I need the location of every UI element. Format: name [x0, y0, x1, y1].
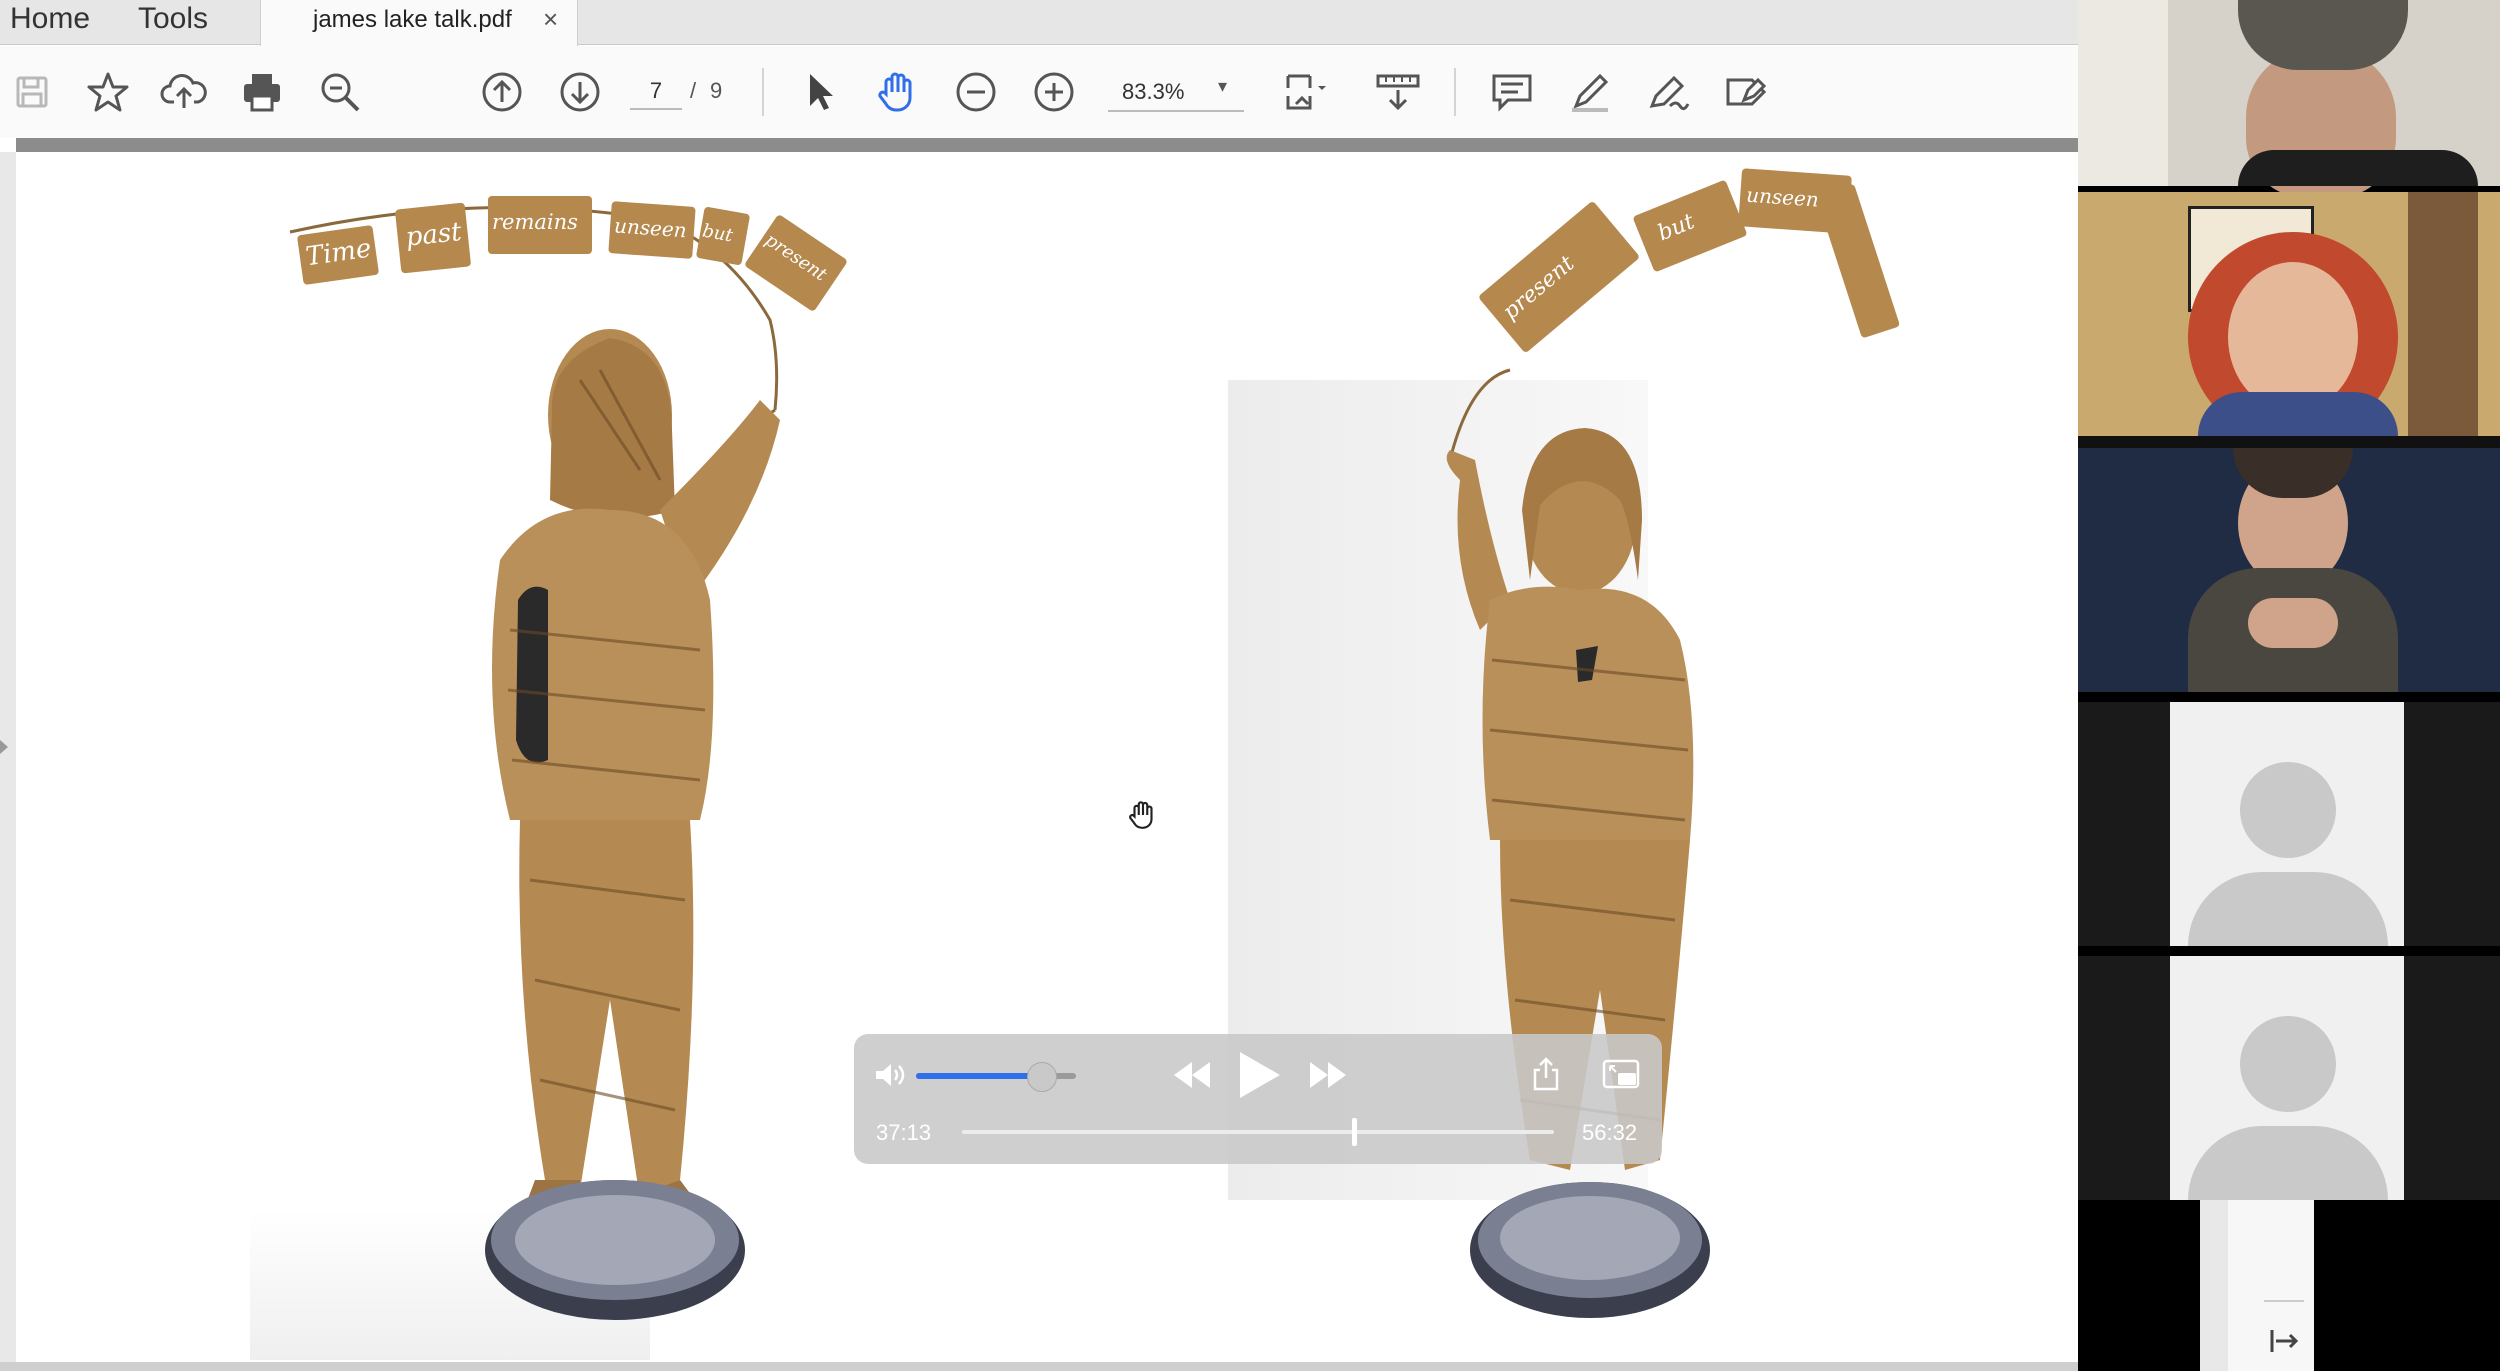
next-page-icon[interactable]	[556, 68, 604, 116]
banner-word: Time	[303, 233, 374, 273]
collapse-panel-icon[interactable]	[2266, 1326, 2302, 1356]
comment-icon[interactable]	[1488, 68, 1536, 116]
scroll-mode-icon[interactable]	[1374, 68, 1422, 116]
time-elapsed: 37:13	[876, 1120, 932, 1145]
banner-word: unseen	[1745, 182, 1820, 212]
tile-side	[2078, 956, 2170, 1200]
zoom-in-icon[interactable]	[1030, 68, 1078, 116]
zoom-value: 83.3%	[1122, 79, 1185, 104]
banner-word: unseen	[613, 213, 688, 243]
participant-shirt	[2238, 150, 2478, 186]
participant-video-tile[interactable]	[2078, 448, 2500, 692]
footer-divider	[2264, 1300, 2304, 1302]
banner-flag: Time	[296, 224, 380, 286]
bookmark-star-icon[interactable]	[84, 68, 132, 116]
tile-side	[2404, 702, 2500, 946]
zoom-search-icon[interactable]	[316, 68, 364, 116]
banner-flag: past	[394, 202, 472, 274]
toolbar-divider	[762, 68, 764, 116]
toolbar: 7 / 9 83.3% ▾	[0, 46, 2078, 139]
time-duration: 56:32	[1582, 1120, 1638, 1145]
sidebar-expand-icon[interactable]	[0, 740, 8, 754]
banner-flag: but	[695, 206, 751, 266]
highlight-pen-icon[interactable]	[1566, 68, 1614, 116]
menu-tools[interactable]: Tools	[138, 0, 208, 44]
avatar-body	[2188, 1126, 2388, 1200]
sign-pen-icon[interactable]	[1644, 68, 1692, 116]
play-icon[interactable]	[1234, 1048, 1284, 1102]
horizontal-scrollbar[interactable]	[0, 1362, 2178, 1371]
participant-video-tile[interactable]	[2078, 0, 2500, 198]
menu-home[interactable]: Home	[10, 0, 90, 44]
zoom-select[interactable]: 83.3% ▾	[1108, 74, 1244, 112]
video-player-controls: 37:13 56:32	[854, 1034, 1662, 1164]
tile-side	[2078, 702, 2170, 946]
picture-in-picture-icon[interactable]	[1602, 1058, 1640, 1092]
previous-page-icon[interactable]	[478, 68, 526, 116]
hand-tool-icon[interactable]	[874, 68, 922, 116]
banner-word: remains	[492, 210, 578, 234]
edit-tag-icon[interactable]	[1722, 68, 1770, 116]
banner-word: but	[700, 220, 735, 247]
scrubber-handle[interactable]	[1351, 1118, 1357, 1146]
banner-word: but	[1654, 209, 1699, 247]
toolbar-divider	[1454, 68, 1456, 116]
fast-forward-icon[interactable]	[1308, 1058, 1348, 1092]
participant-shirt	[2198, 392, 2398, 436]
banner-flag: unseen	[608, 201, 696, 259]
page-edge	[16, 138, 2078, 152]
upload-cloud-icon[interactable]	[160, 68, 208, 116]
participant-avatar-tile[interactable]	[2170, 702, 2404, 946]
scroll-strip[interactable]	[2200, 1200, 2228, 1371]
page-number-input[interactable]: 7	[630, 74, 682, 110]
sculpture-left-figure	[289, 206, 780, 1320]
zoom-out-icon[interactable]	[952, 68, 1000, 116]
tab-bar: Home Tools james lake talk.pdf ×	[0, 0, 2078, 46]
participant-face	[2228, 262, 2358, 412]
volume-level	[916, 1073, 1041, 1079]
close-tab-icon[interactable]: ×	[543, 4, 558, 35]
participant-avatar-tile[interactable]	[2170, 956, 2404, 1200]
volume-slider[interactable]	[916, 1062, 1076, 1092]
tile-gap	[2078, 436, 2500, 448]
banner-word: past	[404, 217, 464, 253]
avatar-icon	[2240, 1016, 2336, 1112]
tile-side	[2404, 956, 2500, 1200]
volume-knob[interactable]	[1026, 1062, 1057, 1092]
save-icon[interactable]	[8, 68, 56, 116]
volume-icon[interactable]	[874, 1060, 908, 1090]
avatar-body	[2188, 872, 2388, 946]
hand-cursor-icon	[1126, 798, 1160, 832]
participant-panel	[2078, 0, 2500, 1371]
participant-hands	[2248, 598, 2338, 648]
share-icon[interactable]	[1530, 1056, 1562, 1092]
page-total: 9	[710, 78, 723, 103]
video-background	[2078, 0, 2168, 186]
document-tab[interactable]: james lake talk.pdf ×	[260, 0, 578, 46]
coat-rack	[2408, 192, 2478, 436]
participant-hair	[2238, 0, 2408, 70]
page-separator: /	[690, 78, 697, 103]
document-tab-title: james lake talk.pdf	[313, 6, 512, 33]
avatar-icon	[2240, 762, 2336, 858]
banner-flag: remains	[488, 196, 592, 254]
page-fit-icon[interactable]	[1282, 68, 1330, 116]
sculpture-left	[280, 180, 880, 1340]
chevron-down-icon[interactable]: ▾	[1218, 76, 1227, 97]
scrubber-track[interactable]	[962, 1118, 1554, 1146]
participant-video-tile[interactable]	[2078, 192, 2500, 442]
print-icon[interactable]	[238, 68, 286, 116]
left-gutter	[0, 152, 16, 1371]
rewind-icon[interactable]	[1172, 1058, 1212, 1092]
select-cursor-icon[interactable]	[796, 68, 844, 116]
